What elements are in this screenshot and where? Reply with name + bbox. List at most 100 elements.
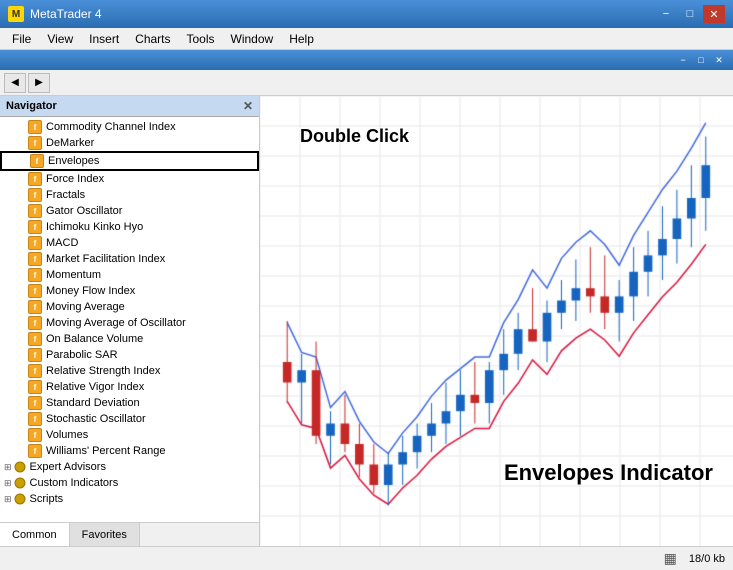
title-bar: M MetaTrader 4 − □ ✕ [0, 0, 733, 28]
minimize-button[interactable]: − [655, 5, 677, 23]
nav-item-parabolic-sar[interactable]: f Parabolic SAR [0, 347, 259, 363]
menu-help[interactable]: Help [281, 30, 322, 48]
group-icon [14, 493, 26, 505]
indicator-icon: f [28, 252, 42, 266]
menu-insert[interactable]: Insert [81, 30, 127, 48]
indicator-icon: f [28, 204, 42, 218]
nav-item-momentum[interactable]: fMomentum [0, 267, 259, 283]
indicator-icon: f [28, 348, 42, 362]
double-click-label: Double Click [300, 126, 409, 147]
nav-item-gator-oscillator[interactable]: f Gator Oscillator [0, 203, 259, 219]
nav-item-macd[interactable]: f MACD [0, 235, 259, 251]
nav-item-standard-deviation[interactable]: fStandard Deviation [0, 395, 259, 411]
nav-group-expert-advisors[interactable]: ⊞ Expert Advisors [0, 459, 259, 475]
nav-item-volumes[interactable]: fVolumes [0, 427, 259, 443]
indicator-icon: f [28, 220, 42, 234]
navigator-panel: Navigator ✕ f Commodity Channel Index fDeM… [0, 96, 260, 546]
app-icon: M [8, 6, 24, 22]
envelopes-indicator-label: Envelopes Indicator [504, 460, 713, 486]
indicator-icon: f [28, 444, 42, 458]
nav-item-on-balance-volume[interactable]: f On Balance Volume [0, 331, 259, 347]
nav-item-envelopes[interactable]: fEnvelopes [0, 151, 259, 171]
doc-close-button[interactable]: ✕ [711, 53, 727, 67]
nav-item-moving-average[interactable]: fMoving Average [0, 299, 259, 315]
nav-item-relative-vigor-index[interactable]: f Relative Vigor Index [0, 379, 259, 395]
nav-item-market-facilitation-index[interactable]: f Market Facilitation Index [0, 251, 259, 267]
nav-item-label: Parabolic SAR [46, 349, 118, 361]
maximize-button[interactable]: □ [679, 5, 701, 23]
menu-tools[interactable]: Tools [179, 30, 223, 48]
indicator-icon: f [30, 154, 44, 168]
nav-group-label: Expert Advisors [30, 461, 106, 473]
tab-common[interactable]: Common [0, 523, 70, 546]
group-icon [14, 461, 26, 473]
navigator-close-button[interactable]: ✕ [243, 99, 253, 113]
doc-title-bar: − □ ✕ [0, 50, 733, 70]
title-bar-text: MetaTrader 4 [30, 7, 102, 21]
nav-item-ichimoku-kinko-hyo[interactable]: f Ichimoku Kinko Hyo [0, 219, 259, 235]
nav-item-fractals[interactable]: f Fractals [0, 187, 259, 203]
expand-icon: ⊞ [4, 462, 12, 473]
nav-item-demarker[interactable]: fDeMarker [0, 135, 259, 151]
indicator-icon: f [28, 188, 42, 202]
chart-area: Double Click Envelopes Indicator [260, 96, 733, 546]
nav-group-label: Custom Indicators [30, 477, 119, 489]
status-memory: 18/0 kb [689, 553, 725, 565]
nav-item-moving-average-of-oscillator[interactable]: fMoving Average of Oscillator [0, 315, 259, 331]
expand-icon: ⊞ [4, 494, 12, 505]
tab-favorites[interactable]: Favorites [70, 523, 140, 546]
nav-item-label: Force Index [46, 173, 104, 185]
indicator-icon: f [28, 172, 42, 186]
nav-item-label: Commodity Channel Index [46, 121, 176, 133]
nav-item-force-index[interactable]: f Force Index [0, 171, 259, 187]
toolbar-btn-2[interactable]: ▶ [28, 73, 50, 93]
navigator-title-text: Navigator [6, 100, 57, 112]
status-bar: ▦ 18/0 kb [0, 546, 733, 570]
doc-maximize-button[interactable]: □ [693, 53, 709, 67]
indicator-icon: f [28, 120, 42, 134]
nav-item-label: Money Flow Index [46, 285, 135, 297]
navigator-content[interactable]: f Commodity Channel Index fDeMarkerfEnvelo… [0, 117, 259, 522]
nav-item-label: Ichimoku Kinko Hyo [46, 221, 143, 233]
toolbar-btn-1[interactable]: ◀ [4, 73, 26, 93]
menu-file[interactable]: File [4, 30, 39, 48]
nav-item-label: Williams' Percent Range [46, 445, 165, 457]
indicator-icon: f [28, 300, 42, 314]
main-layout: Navigator ✕ f Commodity Channel Index fDeM… [0, 96, 733, 546]
indicator-icon: f [28, 380, 42, 394]
nav-group-scripts[interactable]: ⊞ Scripts [0, 491, 259, 507]
nav-item-commodity-channel-index[interactable]: f Commodity Channel Index [0, 119, 259, 135]
menu-view[interactable]: View [39, 30, 81, 48]
doc-minimize-button[interactable]: − [675, 53, 691, 67]
indicator-icon: f [28, 396, 42, 410]
close-button[interactable]: ✕ [703, 5, 725, 23]
indicator-icon: f [28, 136, 42, 150]
nav-item-label: Stochastic Oscillator [46, 413, 146, 425]
nav-item-money-flow-index[interactable]: fMoney Flow Index [0, 283, 259, 299]
menu-window[interactable]: Window [223, 30, 282, 48]
nav-item-label: MACD [46, 237, 78, 249]
navigator-tabs: Common Favorites [0, 522, 259, 546]
indicator-icon: f [28, 316, 42, 330]
nav-item-label: Volumes [46, 429, 88, 441]
nav-item-label: Market Facilitation Index [46, 253, 165, 265]
nav-item-label: Relative Vigor Index [46, 381, 144, 393]
nav-group-custom-indicators[interactable]: ⊞ Custom Indicators [0, 475, 259, 491]
nav-item-label: Gator Oscillator [46, 205, 122, 217]
nav-item-williams'-percent-range[interactable]: f Williams' Percent Range [0, 443, 259, 459]
indicator-icon: f [28, 236, 42, 250]
nav-item-label: On Balance Volume [46, 333, 143, 345]
nav-item-label: Fractals [46, 189, 85, 201]
nav-item-relative-strength-index[interactable]: f Relative Strength Index [0, 363, 259, 379]
menu-charts[interactable]: Charts [127, 30, 178, 48]
indicator-icon: f [28, 412, 42, 426]
indicator-icon: f [28, 268, 42, 282]
group-icon [14, 477, 26, 489]
navigator-title-bar: Navigator ✕ [0, 96, 259, 117]
indicator-icon: f [28, 332, 42, 346]
toolbar: ◀ ▶ [0, 70, 733, 96]
indicator-icon: f [28, 364, 42, 378]
nav-item-label: Relative Strength Index [46, 365, 160, 377]
nav-item-stochastic-oscillator[interactable]: f Stochastic Oscillator [0, 411, 259, 427]
status-chart-icon: ▦ [664, 550, 677, 567]
